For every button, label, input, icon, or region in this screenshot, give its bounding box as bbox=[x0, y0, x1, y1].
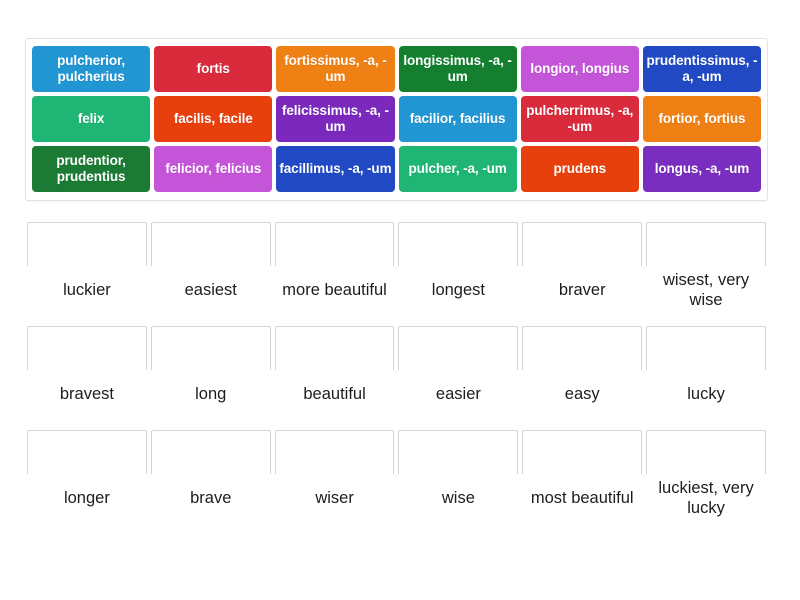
dropzone-cell: wiser bbox=[274, 430, 395, 530]
draggable-tile[interactable]: facillimus, -a, -um bbox=[276, 146, 395, 192]
draggable-tile[interactable]: fortissimus, -a, -um bbox=[276, 46, 395, 92]
draggable-tile[interactable]: longus, -a, -um bbox=[642, 146, 762, 192]
draggable-tile[interactable]: pulcherior, pulcherius bbox=[32, 46, 151, 92]
dropzone-slot[interactable] bbox=[646, 222, 766, 266]
draggable-tile[interactable]: pulcher, -a, -um bbox=[398, 146, 517, 192]
dropzone-label: lucky bbox=[687, 385, 725, 404]
dropzone-label: bravest bbox=[59, 385, 114, 404]
dropzone-cell: wise bbox=[398, 430, 519, 530]
dropzone-slot[interactable] bbox=[522, 326, 643, 370]
dropzone-slot[interactable] bbox=[646, 326, 766, 370]
dropzone-label: most beautiful bbox=[530, 489, 634, 508]
dropzone-label: luckiest, very lucky bbox=[658, 479, 754, 517]
draggable-tile[interactable]: longior, longius bbox=[520, 46, 639, 92]
draggable-tile[interactable]: prudens bbox=[520, 146, 639, 192]
dropzone-cell: easier bbox=[398, 326, 519, 426]
dropzone-slot[interactable] bbox=[274, 222, 395, 266]
dropzone-grid: luckier easiest more beautiful longest b… bbox=[25, 222, 768, 534]
tile-row: prudentior, prudentius felicior, feliciu… bbox=[30, 144, 763, 194]
dropzone-slot[interactable] bbox=[27, 430, 147, 474]
dropzone-cell: braver bbox=[522, 222, 643, 322]
dropzone-label: longer bbox=[63, 489, 110, 508]
dropzone-slot[interactable] bbox=[522, 222, 643, 266]
dropzone-cell: longer bbox=[27, 430, 147, 530]
draggable-tile[interactable]: pulcherrimus, -a, -um bbox=[520, 96, 639, 142]
dropzone-cell: beautiful bbox=[274, 326, 395, 426]
dropzone-label: easiest bbox=[184, 281, 237, 300]
dropzone-cell: luckier bbox=[27, 222, 147, 322]
dropzone-row: longer brave wiser wise most beautiful l… bbox=[25, 430, 768, 530]
dropzone-cell: long bbox=[150, 326, 271, 426]
dropzone-slot[interactable] bbox=[150, 222, 271, 266]
dropzone-label: wise bbox=[441, 489, 475, 508]
dropzone-label: wiser bbox=[315, 489, 354, 508]
dropzone-label: more beautiful bbox=[282, 281, 387, 300]
dropzone-label: long bbox=[195, 385, 227, 404]
dropzone-slot[interactable] bbox=[150, 326, 271, 370]
dropzone-slot[interactable] bbox=[274, 430, 395, 474]
draggable-tile[interactable]: facilis, facile bbox=[154, 96, 273, 142]
dropzone-slot[interactable] bbox=[150, 430, 271, 474]
tile-row: pulcherior, pulcherius fortis fortissimu… bbox=[30, 44, 763, 94]
dropzone-slot[interactable] bbox=[398, 222, 519, 266]
draggable-tile[interactable]: prudentissimus, -a, -um bbox=[642, 46, 762, 92]
dropzone-slot[interactable] bbox=[398, 326, 519, 370]
dropzone-label: braver bbox=[558, 281, 606, 300]
dropzone-label: luckier bbox=[63, 281, 111, 300]
dropzone-cell: easiest bbox=[150, 222, 271, 322]
dropzone-slot[interactable] bbox=[27, 222, 147, 266]
dropzone-cell: most beautiful bbox=[522, 430, 643, 530]
dropzone-label: longest bbox=[431, 281, 485, 300]
dropzone-label: beautiful bbox=[303, 385, 366, 404]
draggable-tile[interactable]: facilior, facilius bbox=[398, 96, 517, 142]
dropzone-row: luckier easiest more beautiful longest b… bbox=[25, 222, 768, 322]
dropzone-slot[interactable] bbox=[274, 326, 395, 370]
drag-and-drop-activity: pulcherior, pulcherius fortis fortissimu… bbox=[0, 0, 800, 600]
dropzone-label: wisest, very wise bbox=[662, 271, 750, 309]
dropzone-slot[interactable] bbox=[646, 430, 766, 474]
draggable-tile[interactable]: felicissimus, -a, -um bbox=[276, 96, 395, 142]
draggable-tile[interactable]: felicior, felicius bbox=[154, 146, 273, 192]
dropzone-slot[interactable] bbox=[398, 430, 519, 474]
draggable-tile[interactable]: prudentior, prudentius bbox=[32, 146, 151, 192]
draggable-tile-tray: pulcherior, pulcherius fortis fortissimu… bbox=[25, 38, 768, 201]
dropzone-cell: luckiest, very lucky bbox=[646, 430, 766, 530]
draggable-tile[interactable]: fortis bbox=[154, 46, 273, 92]
dropzone-row: bravest long beautiful easier easy lucky bbox=[25, 326, 768, 426]
dropzone-cell: wisest, very wise bbox=[646, 222, 766, 322]
draggable-tile[interactable]: felix bbox=[32, 96, 151, 142]
dropzone-label: easy bbox=[564, 385, 600, 404]
dropzone-slot[interactable] bbox=[522, 430, 643, 474]
dropzone-label: easier bbox=[435, 385, 481, 404]
dropzone-slot[interactable] bbox=[27, 326, 147, 370]
dropzone-cell: longest bbox=[398, 222, 519, 322]
dropzone-cell: easy bbox=[522, 326, 643, 426]
dropzone-cell: brave bbox=[150, 430, 271, 530]
draggable-tile[interactable]: longissimus, -a, -um bbox=[398, 46, 517, 92]
dropzone-cell: bravest bbox=[27, 326, 147, 426]
dropzone-cell: lucky bbox=[646, 326, 766, 426]
dropzone-cell: more beautiful bbox=[274, 222, 395, 322]
draggable-tile[interactable]: fortior, fortius bbox=[642, 96, 762, 142]
dropzone-label: brave bbox=[190, 489, 232, 508]
tile-row: felix facilis, facile felicissimus, -a, … bbox=[30, 94, 763, 144]
